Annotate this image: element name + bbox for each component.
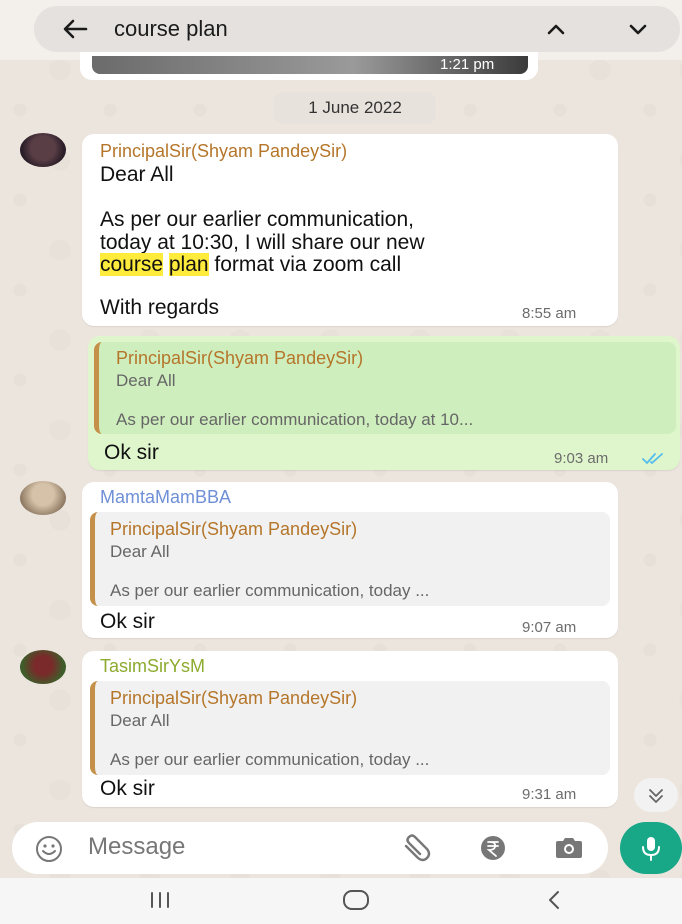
search-highlight: course [100,253,164,276]
nav-home-icon[interactable] [340,888,372,912]
sender-name[interactable]: TasimSirYsM [100,656,205,677]
message-line: With regards [100,296,220,319]
quoted-text: As per our earlier communication, today … [116,410,474,429]
emoji-icon[interactable] [34,834,64,864]
message-time: 9:03 am [554,450,609,467]
message-text-segment: format via zoom call [208,253,402,276]
message-time: 9:31 am [522,786,577,803]
quoted-text: Dear All [110,711,170,730]
avatar[interactable] [20,481,66,515]
message-text: Ok sir [104,441,159,464]
quoted-sender: PrincipalSir(Shyam PandeySir) [110,519,358,539]
message-line: today at 10:30, I will share our new [100,231,425,254]
quoted-sender: PrincipalSir(Shyam PandeySir) [110,688,358,708]
message-line: As per our earlier communication, [100,208,414,231]
quoted-text: As per our earlier communication, today … [110,581,430,600]
message-time: 1:21 pm [440,56,495,73]
quoted-sender: PrincipalSir(Shyam PandeySir) [116,348,364,368]
nav-back-icon[interactable] [544,888,564,912]
message-input[interactable]: Message [88,833,185,861]
mic-icon [642,837,660,861]
message-time: 9:07 am [522,619,577,636]
sender-name[interactable]: MamtaMamBBA [100,487,231,508]
message-text: Ok sir [100,777,155,800]
attach-icon[interactable] [400,832,434,862]
avatar[interactable] [20,133,66,167]
quoted-text: Dear All [110,542,170,561]
rupee-icon[interactable] [478,834,508,862]
back-arrow-icon[interactable] [60,14,90,44]
date-separator: 1 June 2022 [274,92,436,124]
chevron-down-icon[interactable] [624,16,652,42]
double-tick-icon [642,453,663,464]
message-text-segment [163,253,169,276]
message-line: course plan format via zoom call [100,253,401,276]
message-text: Ok sir [100,610,155,633]
sender-name[interactable]: PrincipalSir(Shyam PandeySir) [100,141,347,162]
nav-recents-icon[interactable] [146,888,174,912]
scroll-down-icon [649,789,663,803]
message-line: Dear All [100,163,174,186]
quoted-text: As per our earlier communication, today … [110,750,430,769]
quoted-text: Dear All [116,371,176,390]
avatar[interactable] [20,650,66,684]
camera-icon[interactable] [552,834,586,862]
chevron-up-icon[interactable] [542,16,570,42]
search-highlight: plan [168,253,209,276]
message-time: 8:55 am [522,305,577,322]
search-input[interactable]: course plan [114,16,228,42]
